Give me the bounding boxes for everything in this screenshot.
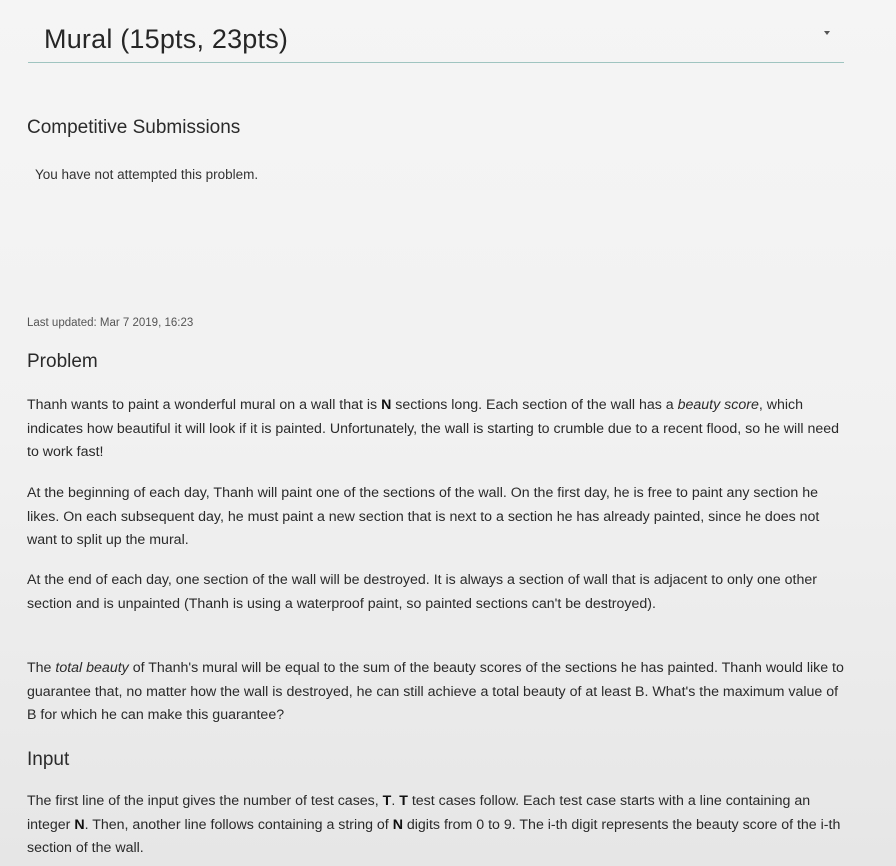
problem-header[interactable]: Mural (15pts, 23pts) (28, 14, 844, 63)
input-paragraph: The first line of the input gives the nu… (27, 793, 841, 856)
input-heading: Input (27, 749, 70, 770)
problem-heading: Problem (27, 351, 98, 372)
problem-paragraph-3: At the end of each day, one section of t… (27, 572, 817, 612)
problem-paragraph-2: At the beginning of each day, Thanh will… (27, 485, 820, 548)
submission-status-text: You have not attempted this problem. (35, 167, 259, 182)
last-updated-text: Last updated: Mar 7 2019, 16:23 (27, 317, 194, 329)
dropdown-caret-icon[interactable] (824, 31, 830, 35)
problem-page: Mural (15pts, 23pts) Competitive Submiss… (0, 0, 896, 866)
problem-title: Mural (15pts, 23pts) (44, 24, 289, 54)
competitive-submissions-heading: Competitive Submissions (27, 117, 241, 138)
problem-paragraph-4: The total beauty of Thanh's mural will b… (27, 660, 844, 723)
problem-paragraph-1: Thanh wants to paint a wonderful mural o… (27, 397, 840, 460)
